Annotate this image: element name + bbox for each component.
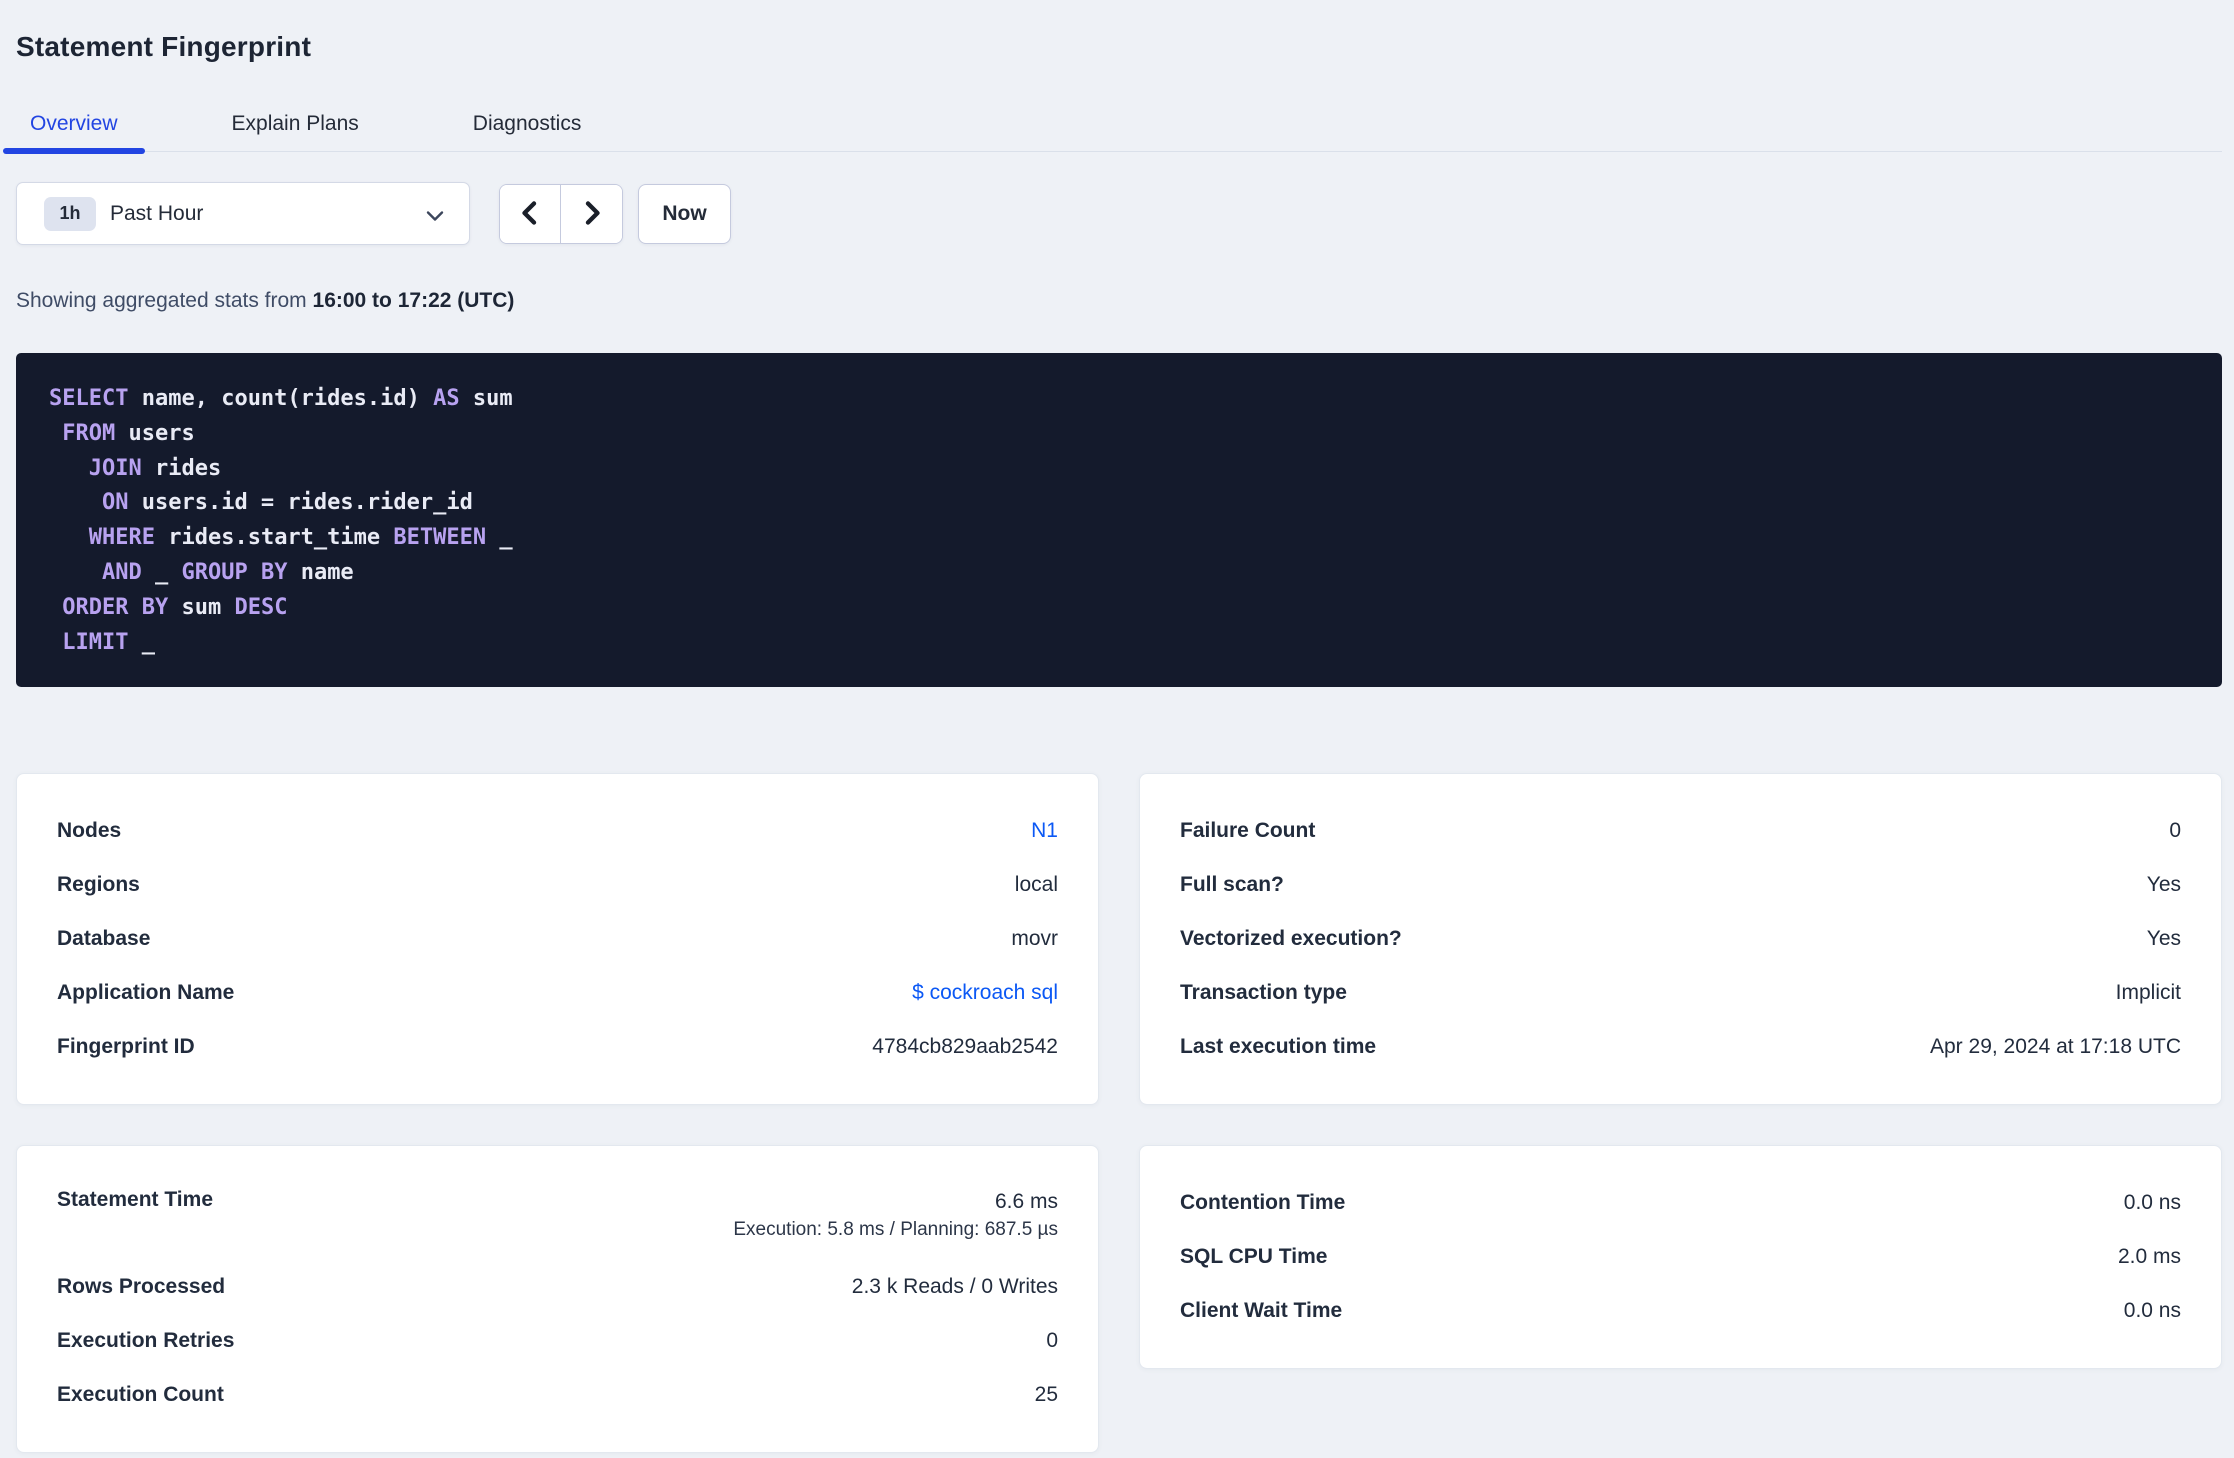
sql-statement-box: SELECT name, count(rides.id) AS sum FROM… — [16, 353, 2222, 687]
stat-row-full-scan: Full scan? Yes — [1180, 858, 2181, 912]
time-range-arrows — [499, 184, 623, 244]
time-controls: 1h Past Hour Now — [16, 182, 2222, 245]
application-name-link[interactable]: $ cockroach sql — [912, 979, 1058, 1007]
active-tab-underline — [3, 148, 145, 154]
stat-label-sql-cpu-time: SQL CPU Time — [1180, 1245, 1328, 1268]
now-button[interactable]: Now — [638, 184, 731, 244]
sql-line: SELECT name, count(rides.id) AS sum — [49, 386, 513, 411]
nodes-link[interactable]: N1 — [1031, 817, 1058, 845]
stat-row-transaction-type: Transaction type Implicit — [1180, 966, 2181, 1020]
chevron-down-icon — [426, 209, 444, 227]
stat-label-client-wait-time: Client Wait Time — [1180, 1299, 1343, 1322]
time-range-dropdown[interactable]: 1h Past Hour — [16, 182, 470, 245]
stat-subvalue-statement-time: Execution: 5.8 ms / Planning: 687.5 µs — [733, 1219, 1058, 1240]
stat-value-statement-time: 6.6 ms — [994, 1190, 1058, 1213]
stat-value-sql-cpu-time: 2.0 ms — [2117, 1245, 2181, 1268]
stat-label-execution-count: Execution Count — [57, 1383, 224, 1406]
sql-line: WHERE rides.start_time BETWEEN _ — [88, 525, 513, 551]
stat-label-transaction-type: Transaction type — [1180, 981, 1347, 1004]
tab-overview-label: Overview — [30, 111, 118, 135]
stat-value-transaction-type: Implicit — [2115, 981, 2181, 1004]
stat-row-contention-time: Contention Time 0.0 ns — [1180, 1176, 2181, 1230]
stat-value-execution-retries: 0 — [1046, 1329, 1058, 1352]
stat-label-regions: Regions — [57, 873, 140, 896]
tab-bar: Overview Explain Plans Diagnostics — [3, 96, 2222, 154]
stat-cards: Nodes N1 Regions local Database movr Applicati… — [16, 773, 2222, 1453]
stat-value-vectorized-execution: Yes — [2146, 927, 2181, 950]
tab-explain-plans[interactable]: Explain Plans — [205, 96, 386, 151]
stat-label-rows-processed: Rows Processed — [57, 1275, 226, 1298]
timing-left-card: Statement Time 6.6 ms Execution: 5.8 ms / … — [16, 1145, 1099, 1453]
prev-range-button[interactable] — [500, 185, 561, 243]
stat-label-nodes: Nodes — [57, 819, 122, 842]
stat-row-sql-cpu-time: SQL CPU Time 2.0 ms — [1180, 1230, 2181, 1284]
stat-row-last-execution-time: Last execution time Apr 29, 2024 at 17:18… — [1180, 1020, 2181, 1074]
stat-row-execution-count: Execution Count 25 — [57, 1368, 1058, 1422]
stat-row-regions: Regions local — [57, 858, 1058, 912]
stat-row-statement-time: Statement Time 6.6 ms Execution: 5.8 ms / … — [57, 1176, 1058, 1260]
aggregated-stats-line: Showing aggregated stats from 16:00 to 1… — [16, 287, 2222, 314]
aggregated-stats-prefix: Showing aggregated stats from — [16, 289, 313, 312]
stat-row-nodes: Nodes N1 — [57, 804, 1058, 858]
next-range-button[interactable] — [561, 185, 622, 243]
stat-label-vectorized-execution: Vectorized execution? — [1180, 927, 1402, 950]
stat-value-failure-count: 0 — [2169, 819, 2181, 842]
overview-left-card: Nodes N1 Regions local Database movr Applicati… — [16, 773, 1099, 1105]
sql-line: FROM users — [62, 420, 195, 446]
stat-label-fingerprint-id: Fingerprint ID — [57, 1035, 195, 1058]
stat-label-application-name: Application Name — [57, 981, 235, 1004]
stat-row-application-name: Application Name $ cockroach sql — [57, 966, 1058, 1020]
stat-label-full-scan: Full scan? — [1180, 873, 1284, 896]
time-range-label: Past Hour — [110, 201, 204, 225]
stat-label-contention-time: Contention Time — [1180, 1191, 1346, 1214]
stat-value-execution-count: 25 — [1034, 1383, 1058, 1406]
sql-line: AND _ GROUP BY name — [101, 559, 354, 585]
stat-value-last-execution-time: Apr 29, 2024 at 17:18 UTC — [1930, 1035, 2181, 1058]
statement-fingerprint-page: Statement Fingerprint Overview Explain P… — [0, 0, 2234, 1453]
stat-value-contention-time: 0.0 ns — [2123, 1191, 2181, 1214]
stat-value-full-scan: Yes — [2146, 873, 2181, 896]
chevron-left-icon — [518, 200, 542, 229]
chevron-right-icon — [580, 200, 604, 229]
stat-row-client-wait-time: Client Wait Time 0.0 ns — [1180, 1284, 2181, 1338]
time-range-badge: 1h — [44, 196, 96, 231]
timing-right-card: Contention Time 0.0 ns SQL CPU Time 2.0 ms C… — [1139, 1145, 2222, 1369]
stat-row-rows-processed: Rows Processed 2.3 k Reads / 0 Writes — [57, 1260, 1058, 1314]
stat-value-rows-processed: 2.3 k Reads / 0 Writes — [851, 1275, 1058, 1298]
tab-explain-plans-label: Explain Plans — [231, 111, 359, 135]
sql-line: ON users.id = rides.rider_id — [101, 490, 473, 516]
aggregated-stats-range: 16:00 to 17:22 (UTC) — [312, 289, 515, 312]
overview-right-card: Failure Count 0 Full scan? Yes Vectorized ex… — [1139, 773, 2222, 1105]
stat-row-fingerprint-id: Fingerprint ID 4784cb829aab2542 — [57, 1020, 1058, 1074]
page-title: Statement Fingerprint — [16, 31, 312, 62]
stat-row-database: Database movr — [57, 912, 1058, 966]
stat-value-regions: local — [1014, 873, 1058, 896]
stat-row-vectorized-execution: Vectorized execution? Yes — [1180, 912, 2181, 966]
stat-value-database: movr — [1011, 927, 1058, 950]
stat-value-fingerprint-id: 4784cb829aab2542 — [872, 1035, 1058, 1058]
stat-label-last-execution-time: Last execution time — [1180, 1035, 1377, 1058]
sql-line: ORDER BY sum DESC — [62, 594, 288, 620]
stat-row-execution-retries: Execution Retries 0 — [57, 1314, 1058, 1368]
tab-overview[interactable]: Overview — [3, 96, 145, 154]
stat-label-execution-retries: Execution Retries — [57, 1329, 235, 1352]
tab-diagnostics[interactable]: Diagnostics — [446, 96, 609, 151]
stat-label-database: Database — [57, 927, 151, 950]
sql-line: LIMIT _ — [62, 629, 155, 655]
tab-diagnostics-label: Diagnostics — [472, 111, 582, 135]
sql-line: JOIN rides — [88, 455, 222, 481]
stat-value-client-wait-time: 0.0 ns — [2123, 1299, 2181, 1322]
stat-row-failure-count: Failure Count 0 — [1180, 804, 2181, 858]
stat-label-failure-count: Failure Count — [1180, 819, 1316, 842]
stat-label-statement-time: Statement Time — [57, 1188, 213, 1211]
